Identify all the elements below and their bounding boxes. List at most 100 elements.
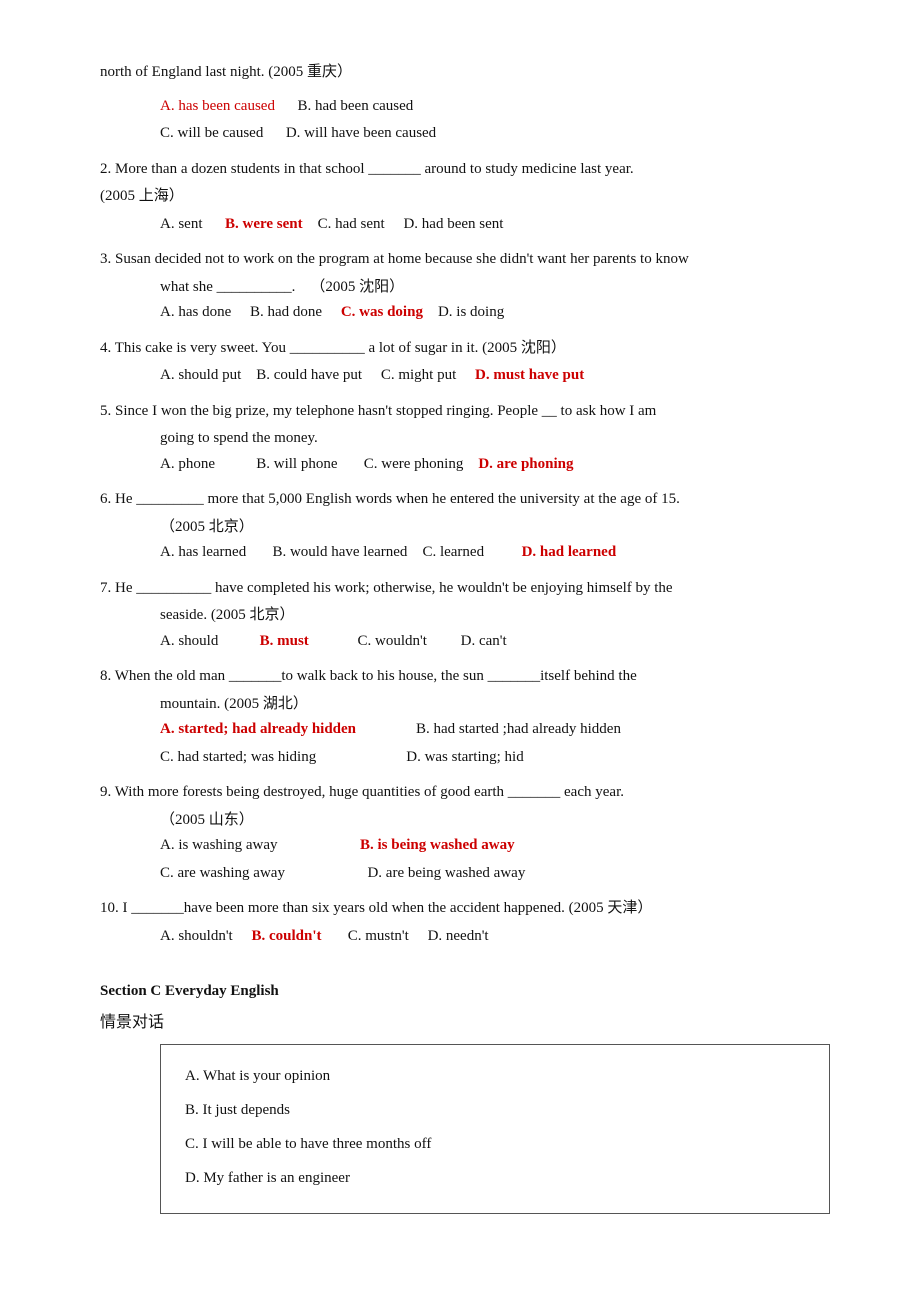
q10-optA: A. shouldn't bbox=[160, 928, 233, 944]
q9-year: （2005 山东） bbox=[160, 808, 840, 834]
q8-text: 8. When the old man _______to walk back … bbox=[100, 664, 840, 690]
q7-optD: D. can't bbox=[461, 633, 507, 649]
q10-optB-label: B. bbox=[251, 928, 265, 944]
q8-optC: C. had started; was hiding bbox=[160, 749, 316, 765]
q10-options: A. shouldn't B. couldn't C. mustn't D. n… bbox=[160, 924, 840, 950]
q5-text2: going to spend the money. bbox=[160, 426, 840, 452]
section-c-title: Section C Everyday English bbox=[100, 979, 840, 1005]
q10-optB-text: couldn't bbox=[269, 928, 322, 944]
q5-optA: A. phone bbox=[160, 456, 215, 472]
q2-optB-text: were sent bbox=[243, 216, 303, 232]
q7-options: A. should B. must C. wouldn't D. can't bbox=[160, 629, 840, 655]
q5-optD-text: are phoning bbox=[497, 456, 574, 472]
dialog-box: A. What is your opinion B. It just depen… bbox=[160, 1044, 830, 1214]
q6-optD-text: had learned bbox=[540, 544, 616, 560]
q9-optB-text: is being washed away bbox=[378, 837, 515, 853]
q9-text: 9. With more forests being destroyed, hu… bbox=[100, 780, 840, 806]
q9-row2: C. are washing away D. are being washed … bbox=[160, 861, 840, 887]
q8-row1: A. started; had already hidden B. had st… bbox=[160, 717, 840, 743]
q8-optB: B. had started ;had already hidden bbox=[416, 721, 621, 737]
q2-options: A. sent B. were sent C. had sent D. had … bbox=[160, 212, 840, 238]
q2-optC: C. had sent bbox=[318, 216, 385, 232]
q3-options: A. has done B. had done C. was doing D. … bbox=[160, 300, 840, 326]
q3-optA: A. has done bbox=[160, 304, 231, 320]
q1-optC-text: will be caused bbox=[178, 125, 264, 141]
q6-optA: A. has learned bbox=[160, 544, 246, 560]
q3-optC-text: was doing bbox=[359, 304, 423, 320]
q5-options: A. phone B. will phone C. were phoning D… bbox=[160, 452, 840, 478]
q4-optC: C. might put bbox=[381, 367, 456, 383]
q9-optD: D. are being washed away bbox=[367, 865, 525, 881]
q1-row1: A. has been caused B. had been caused bbox=[160, 94, 840, 120]
q3-optD: D. is doing bbox=[438, 304, 504, 320]
q6-options: A. has learned B. would have learned C. … bbox=[160, 540, 840, 566]
q3-year: （2005 沈阳） bbox=[310, 279, 404, 295]
question-10: 10. I _______have been more than six yea… bbox=[100, 896, 840, 949]
q3-optC-label: C. bbox=[341, 304, 356, 320]
q6-optB: B. would have learned bbox=[272, 544, 407, 560]
q1-optA-text: has been caused bbox=[178, 98, 275, 114]
q10-optC: C. mustn't bbox=[348, 928, 409, 944]
question-8: 8. When the old man _______to walk back … bbox=[100, 664, 840, 770]
q2-text: 2. More than a dozen students in that sc… bbox=[100, 157, 840, 183]
dialog-item-D: D. My father is an engineer bbox=[185, 1163, 805, 1193]
dialog-item-A: A. What is your opinion bbox=[185, 1061, 805, 1091]
q3-optB: B. had done bbox=[250, 304, 322, 320]
q6-optC: C. learned bbox=[422, 544, 484, 560]
q3-text: 3. Susan decided not to work on the prog… bbox=[100, 247, 840, 273]
q9-optA: A. is washing away bbox=[160, 837, 277, 853]
q2-year: (2005 上海） bbox=[100, 184, 840, 210]
question-3: 3. Susan decided not to work on the prog… bbox=[100, 247, 840, 326]
q6-year: （2005 北京） bbox=[160, 515, 840, 541]
q10-text: 10. I _______have been more than six yea… bbox=[100, 896, 840, 922]
situation-title: 情景对话 bbox=[100, 1009, 840, 1036]
q4-optD-text: must have put bbox=[493, 367, 584, 383]
q5-text: 5. Since I won the big prize, my telepho… bbox=[100, 399, 840, 425]
top-line: north of England last night. (2005 重庆） bbox=[100, 60, 840, 86]
question-4: 4. This cake is very sweet. You ________… bbox=[100, 336, 840, 389]
q7-text2: seaside. (2005 北京） bbox=[160, 603, 840, 629]
q2-optB-label: B. bbox=[225, 216, 239, 232]
q9-optB-label: B. bbox=[360, 837, 374, 853]
q3-indent: what she __________. （2005 沈阳） bbox=[160, 275, 840, 301]
q1-optC-label: C. bbox=[160, 125, 174, 141]
q8-row2: C. had started; was hiding D. was starti… bbox=[160, 745, 840, 771]
question-6: 6. He _________ more that 5,000 English … bbox=[100, 487, 840, 566]
question-5: 5. Since I won the big prize, my telepho… bbox=[100, 399, 840, 478]
q1-row2: C. will be caused D. will have been caus… bbox=[160, 121, 840, 147]
q10-optD: D. needn't bbox=[428, 928, 489, 944]
q5-optB: B. will phone bbox=[256, 456, 337, 472]
q7-optB-label: B. bbox=[260, 633, 274, 649]
q3-indent-text: what she __________. bbox=[160, 279, 295, 295]
q1-optB: B. had been caused bbox=[297, 98, 413, 114]
q7-optB-text: must bbox=[277, 633, 309, 649]
q1-optA-label: A. bbox=[160, 98, 175, 114]
q4-optB: B. could have put bbox=[256, 367, 362, 383]
q6-optD-label: D. bbox=[522, 544, 537, 560]
question-7: 7. He __________ have completed his work… bbox=[100, 576, 840, 655]
q8-optA-label: A. bbox=[160, 721, 175, 737]
q6-text: 6. He _________ more that 5,000 English … bbox=[100, 487, 840, 513]
q9-row1: A. is washing away B. is being washed aw… bbox=[160, 833, 840, 859]
q8-text2: mountain. (2005 湖北） bbox=[160, 692, 840, 718]
q8-optA-text: started; had already hidden bbox=[178, 721, 356, 737]
q8-optD: D. was starting; hid bbox=[406, 749, 524, 765]
question-2: 2. More than a dozen students in that sc… bbox=[100, 157, 840, 238]
dialog-item-C: C. I will be able to have three months o… bbox=[185, 1129, 805, 1159]
q7-optA: A. should bbox=[160, 633, 218, 649]
q2-optA: A. sent bbox=[160, 216, 203, 232]
q5-optC: C. were phoning bbox=[364, 456, 464, 472]
q2-optD: D. had been sent bbox=[403, 216, 503, 232]
q7-text: 7. He __________ have completed his work… bbox=[100, 576, 840, 602]
q4-options: A. should put B. could have put C. might… bbox=[160, 363, 840, 389]
question-1-options: A. has been caused B. had been caused C.… bbox=[100, 94, 840, 147]
q7-optC: C. wouldn't bbox=[358, 633, 427, 649]
q5-optD-label: D. bbox=[478, 456, 493, 472]
q9-optC: C. are washing away bbox=[160, 865, 285, 881]
q4-text: 4. This cake is very sweet. You ________… bbox=[100, 336, 840, 362]
q4-optA: A. should put bbox=[160, 367, 241, 383]
q1-optD: D. will have been caused bbox=[286, 125, 436, 141]
dialog-item-B: B. It just depends bbox=[185, 1095, 805, 1125]
q4-optD-label: D. bbox=[475, 367, 490, 383]
question-9: 9. With more forests being destroyed, hu… bbox=[100, 780, 840, 886]
